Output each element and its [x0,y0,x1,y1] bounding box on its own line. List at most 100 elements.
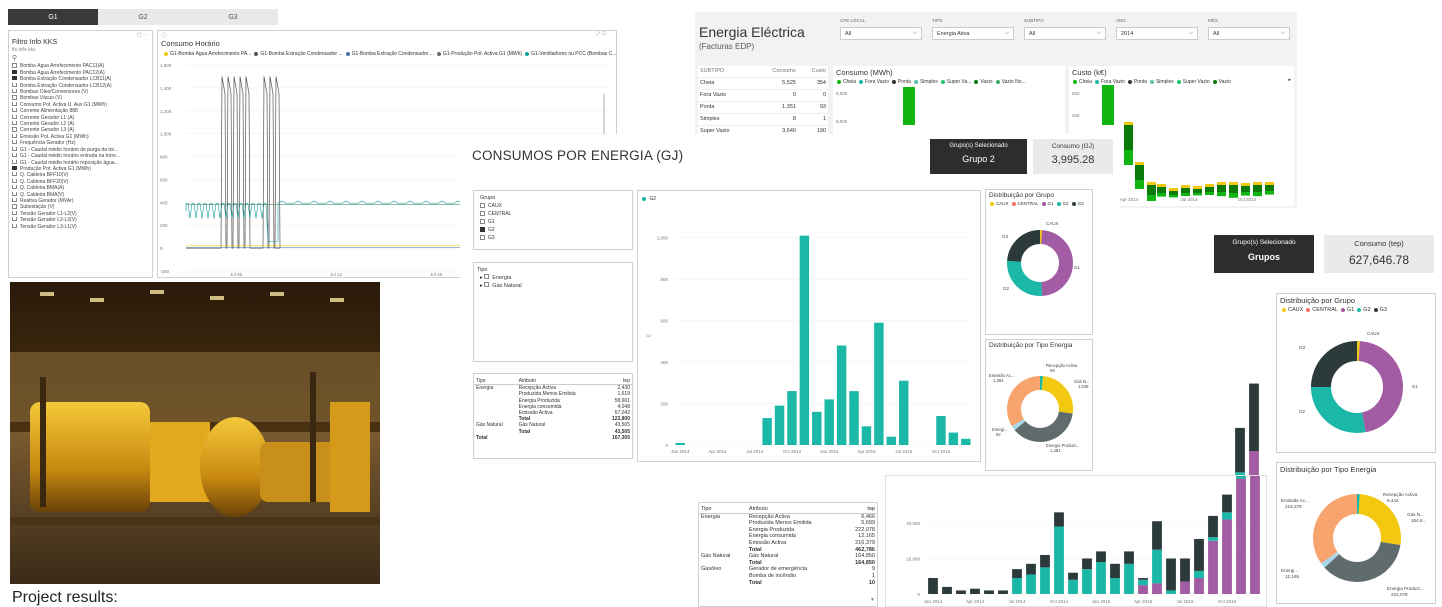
checkbox-icon[interactable] [12,185,17,190]
card-consumo-tep-label: Consumo (tep) [1354,239,1404,248]
tep-matrix-small: Tipo Atributo tep Energia Recepção Activa 2,4… [473,373,633,459]
checkbox-icon[interactable] [12,140,17,145]
tipo-option-label: Gás Natural [492,283,522,290]
scroll-up-icon[interactable]: ▲ [870,506,875,512]
tipo-option[interactable]: ▸ Energia [480,274,626,282]
checkbox-icon[interactable] [12,133,17,139]
grupo-option[interactable]: G2 [480,226,626,234]
kks-filter-panel: ▢ ⋯ Filtro Info KKS ifs-info kks ⚲ Bomba… [8,30,153,278]
donut-label: G2 [1299,409,1306,414]
tab-g1[interactable]: G1 [8,9,98,25]
grupo-option[interactable]: CAUX [480,202,626,210]
checkbox-icon[interactable] [484,274,490,280]
checkbox-icon[interactable] [12,121,17,126]
checkbox-icon[interactable] [12,114,17,119]
kks-item-label: Tensão Gerador L1-L2(V) [20,210,77,217]
chevron-down-icon[interactable]: ⌵ [1004,30,1009,37]
chevron-down-icon[interactable]: ⌵ [912,30,917,37]
checkbox-icon[interactable] [12,217,17,222]
grupo-option[interactable]: CENTRAL [480,210,626,218]
tab-g2[interactable]: G2 [98,9,188,25]
legend-label: G3 [1379,307,1387,313]
matrix-cell: Bomba de incêndio [748,572,796,579]
checkbox-icon[interactable] [12,153,17,158]
checkbox-icon[interactable] [480,210,485,216]
filter-dropdown[interactable]: All ⌵ [1208,27,1290,41]
checkbox-icon[interactable] [12,101,17,107]
filter-label: ANO [1116,18,1126,23]
column-header[interactable]: Tipo [699,506,747,514]
filter-0: CPE LOCAL All ⌵ [840,18,922,41]
bar-segment [1241,183,1250,187]
y-tick-label: 400 [660,360,668,365]
chart-menu-icon[interactable]: ⤢ ▢ ⋯ [596,31,612,37]
tep-matrix-large: Tipo Atributo tep Energia Recepção Activa 6,4… [698,502,878,607]
column-header[interactable]: tep [601,378,632,386]
checkbox-icon[interactable] [484,282,490,288]
tipo-option[interactable]: ▸ Gás Natural [480,282,626,290]
grupo-option[interactable]: G3 [480,234,626,242]
checkbox-icon[interactable] [12,204,17,209]
checkbox-icon[interactable] [12,69,17,74]
bar-segment [1236,478,1246,594]
table-row: Ponta 1,351 93 [698,101,828,114]
bar-segment [1166,558,1176,591]
column-header[interactable]: Tipo [474,378,517,386]
bar-segment [1229,185,1238,194]
checkbox-icon[interactable] [12,210,17,215]
checkbox-icon[interactable] [12,63,17,68]
bar-segment [1235,472,1245,475]
column-header[interactable]: Consumo [753,66,798,78]
kks-item[interactable]: Tensão Gerador L3-L1(V) [12,223,149,230]
checkbox-icon[interactable] [480,234,485,240]
legend-label: G2 [1363,307,1371,313]
matrix-cell: Gasóleo [701,566,722,573]
checkbox-icon[interactable] [12,108,17,113]
checkbox-icon[interactable] [12,76,17,81]
column-header[interactable]: Custo [798,66,828,78]
checkbox-icon[interactable] [480,226,485,232]
filter-dropdown[interactable]: All ⌵ [840,27,922,41]
scroll-down-icon[interactable]: ▼ [870,597,875,603]
checkbox-icon[interactable] [12,165,17,171]
filter-dropdown[interactable]: 2014 ⌵ [1116,27,1198,41]
table-cell: Simples [700,116,720,122]
filter-label: CPE LOCAL [840,18,866,23]
search-icon[interactable]: ⚲ [9,53,152,63]
checkbox-icon[interactable] [12,82,17,87]
table-cell: 354 [816,80,826,86]
checkbox-icon[interactable] [12,159,17,164]
chevron-down-icon[interactable]: ⌵ [1096,30,1101,37]
checkbox-icon[interactable] [12,172,17,177]
column-header[interactable]: Atributo [516,378,602,386]
filter-dropdown[interactable]: Energia Ativa ⌵ [932,27,1014,41]
bar-segment [1253,192,1262,197]
donut-value: 1,039 [1078,384,1089,389]
checkbox-icon[interactable] [12,197,17,203]
checkbox-icon[interactable] [12,89,17,94]
bar-segment [956,590,966,594]
checkbox-icon[interactable] [480,202,485,208]
bar-segment [1205,187,1214,193]
bar-segment [1152,549,1162,584]
checkbox-icon[interactable] [12,95,17,100]
filter-dropdown[interactable]: All ⌵ [1024,27,1106,41]
chevron-down-icon[interactable]: ⌵ [1280,30,1285,37]
checkbox-icon[interactable] [12,146,17,151]
legend-next-icon[interactable]: ▸ [1288,77,1291,83]
checkbox-icon[interactable] [12,223,17,228]
checkbox-icon[interactable] [480,218,485,224]
checkbox-icon[interactable] [12,191,17,196]
grupo-option[interactable]: G1 [480,218,626,226]
checkbox-icon[interactable] [12,178,17,183]
panel-menu-icon[interactable]: ▢ ⋯ [137,32,148,38]
chevron-down-icon[interactable]: ⌵ [1188,30,1193,37]
column-header[interactable]: Atributo [746,506,843,514]
kks-item-label: Frequência Gerador (Hz) [20,140,76,147]
tab-g3[interactable]: G3 [188,9,278,25]
column-header[interactable]: SUBTIPO [698,66,753,78]
matrix-row: Energia Recepção Activa 2,430 [474,385,632,392]
checkbox-icon[interactable] [12,127,17,132]
bar-segment [1040,567,1050,594]
consumos-panel: CONSUMOS POR ENERGIA (GJ) Grupo(s) Selec… [460,134,1120,474]
